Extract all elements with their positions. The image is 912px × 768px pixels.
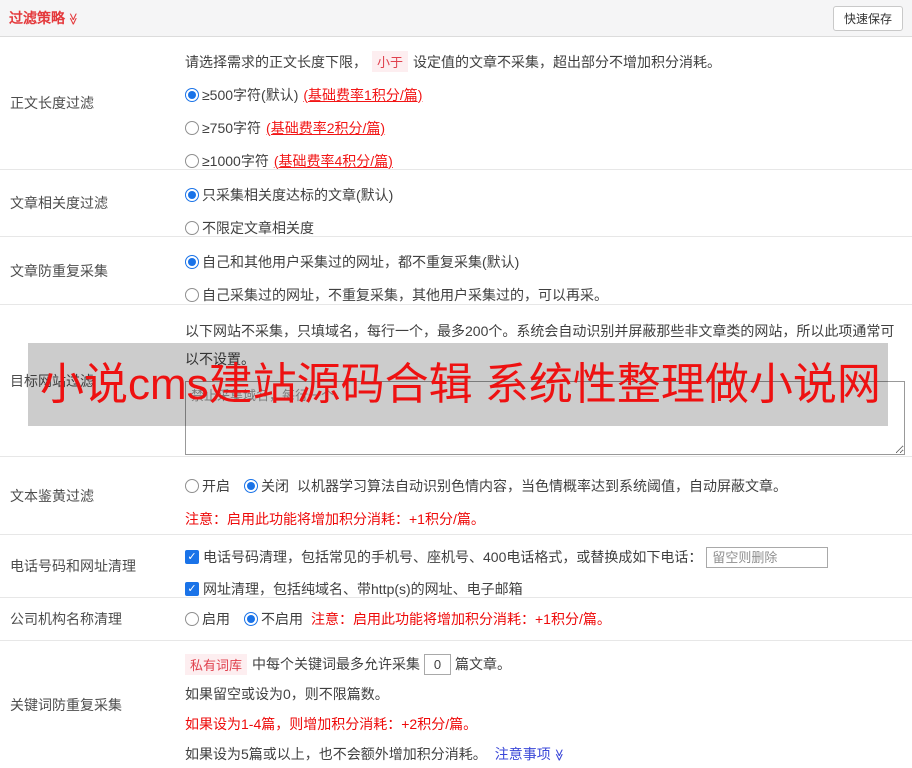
radio-dedup-self[interactable] <box>185 287 199 302</box>
checkbox-phone-clean-checked[interactable]: ✓ <box>185 550 199 564</box>
row-label: 文章防重复采集 <box>10 262 108 279</box>
checkbox-label: 电话号码清理，包括常见的手机号、座机号、400电话格式，或替换成如下电话： <box>203 549 703 565</box>
length-intro-line: 请选择需求的正文长度下限， 小于 设定值的文章不采集，超出部分不增加积分消耗。 <box>185 45 906 78</box>
option-label: ≥750字符 <box>202 119 262 136</box>
row-relevance-filter: 文章相关度过滤 只采集相关度达标的文章(默认) 不限定文章相关度 <box>0 170 912 237</box>
row-porn-filter: 文本鉴黄过滤 开启 关闭 以机器学习算法自动识别色情内容，当色情概率达到系统阈值… <box>0 457 912 535</box>
target-site-desc: 以下网站不采集，只填域名，每行一个，最多200个。系统会自动识别并屏蔽那些非文章… <box>185 323 895 367</box>
keyword-note-five-line: 如果设为5篇或以上，也不会额外增加积分消耗。 注意事项≫ <box>185 739 906 768</box>
row-label: 文章相关度过滤 <box>10 195 108 211</box>
keyword-limit-line: 私有词库 中每个关键词最多允许采集 篇文章。 <box>185 649 906 679</box>
chevron-double-down-icon: ≫ <box>66 12 81 26</box>
radio-dedup-all-selected[interactable] <box>185 254 199 269</box>
option-label: 开启 <box>202 477 230 494</box>
note-five-text: 如果设为5篇或以上，也不会额外增加积分消耗。 <box>185 746 487 762</box>
checkbox-label: 网址清理，包括纯域名、带http(s)的网址、电子邮箱 <box>203 581 523 597</box>
blocked-domains-textarea[interactable] <box>185 381 905 455</box>
option-label: 自己和其他用户采集过的网址，都不重复采集(默认) <box>202 253 520 270</box>
option-label: 关闭 <box>261 477 289 494</box>
fee-note: (基础费率4积分/篇) <box>273 152 393 169</box>
row-body: ✓ 电话号码清理，包括常见的手机号、座机号、400电话格式，或替换成如下电话： … <box>185 535 912 597</box>
page-title[interactable]: 过滤策略≫ <box>9 8 80 28</box>
option-label: ≥1000字符 <box>202 152 269 169</box>
row-body: 启用 不启用 注意：启用此功能将增加积分消耗：+1积分/篇。 <box>185 598 912 640</box>
private-thesaurus-tag[interactable]: 私有词库 <box>185 653 248 675</box>
row-label: 关键词防重复采集 <box>10 696 122 713</box>
option-label: 不限定文章相关度 <box>202 219 314 236</box>
radio-company-clean-on[interactable] <box>185 612 199 626</box>
row-label: 正文长度过滤 <box>10 95 94 111</box>
row-body: 只采集相关度达标的文章(默认) 不限定文章相关度 <box>185 170 912 236</box>
filter-strategy-page: 过滤策略≫ 快速保存 正文长度过滤 请选择需求的正文长度下限， 小于 设定值的文… <box>0 0 912 768</box>
notice-link-text: 注意事项 <box>494 746 551 762</box>
row-body: 开启 关闭 以机器学习算法自动识别色情内容，当色情概率达到系统阈值，自动屏蔽文章… <box>185 457 912 534</box>
limit-text-end: 篇文章。 <box>455 656 512 672</box>
row-label: 电话号码和网址清理 <box>10 558 136 574</box>
row-company-name-clean: 公司机构名称清理 启用 不启用 注意：启用此功能将增加积分消耗：+1积分/篇。 <box>0 598 912 641</box>
option-label: 只采集相关度达标的文章(默认) <box>202 186 394 203</box>
notice-link[interactable]: 注意事项≫ <box>495 744 566 764</box>
radio-porn-off-selected[interactable] <box>244 478 258 493</box>
porn-filter-options-line: 开启 关闭 以机器学习算法自动识别色情内容，当色情概率达到系统阈值，自动屏蔽文章… <box>185 469 906 502</box>
limit-text-mid: 中每个关键词最多允许采集 <box>252 656 421 672</box>
porn-filter-note: 注意：启用此功能将增加积分消耗：+1积分/篇。 <box>185 510 485 527</box>
row-target-site-filter: 目标网站过滤 以下网站不采集，只填域名，每行一个，最多200个。系统会自动识别并… <box>0 305 912 457</box>
radio-relevance-strict-selected[interactable] <box>185 187 199 202</box>
phone-clean-line: ✓ 电话号码清理，包括常见的手机号、座机号、400电话格式，或替换成如下电话： <box>185 541 906 573</box>
keyword-note-zero: 如果留空或设为0，则不限篇数。 <box>185 686 389 702</box>
chevron-double-down-icon: ≫ <box>552 748 567 762</box>
option-label: ≥500字符(默认) <box>202 86 299 103</box>
row-body: 请选择需求的正文长度下限， 小于 设定值的文章不采集，超出部分不增加积分消耗。 … <box>185 37 912 169</box>
radio-750[interactable] <box>185 120 199 135</box>
radio-1000[interactable] <box>185 153 199 168</box>
row-body: 私有词库 中每个关键词最多允许采集 篇文章。 如果留空或设为0，则不限篇数。 如… <box>185 641 912 768</box>
length-option-500[interactable]: ≥500字符(默认) (基础费率1积分/篇) <box>185 78 906 111</box>
row-content-length-filter: 正文长度过滤 请选择需求的正文长度下限， 小于 设定值的文章不采集，超出部分不增… <box>0 37 912 170</box>
keyword-note-cost: 如果设为1-4篇，则增加积分消耗：+2积分/篇。 <box>185 716 478 732</box>
replacement-phone-input[interactable] <box>706 546 829 568</box>
radio-company-clean-off-selected[interactable] <box>244 612 258 626</box>
option-label: 自己采集过的网址，不重复采集，其他用户采集过的，可以再采。 <box>202 286 608 303</box>
option-label: 不启用 <box>261 611 303 627</box>
radio-500-selected[interactable] <box>185 87 199 102</box>
row-label: 公司机构名称清理 <box>10 611 122 627</box>
company-clean-note: 注意：启用此功能将增加积分消耗：+1积分/篇。 <box>311 611 611 627</box>
page-title-text: 过滤策略 <box>9 10 65 26</box>
row-keyword-dedup: 关键词防重复采集 私有词库 中每个关键词最多允许采集 篇文章。 如果留空或设为0… <box>0 641 912 768</box>
radio-porn-on[interactable] <box>185 478 199 493</box>
option-label: 启用 <box>202 611 230 627</box>
fee-note: (基础费率2积分/篇) <box>266 119 386 136</box>
row-label: 文本鉴黄过滤 <box>10 487 94 504</box>
row-phone-url-clean: 电话号码和网址清理 ✓ 电话号码清理，包括常见的手机号、座机号、400电话格式，… <box>0 535 912 598</box>
row-body: 自己和其他用户采集过的网址，都不重复采集(默认) 自己采集过的网址，不重复采集，… <box>185 237 912 304</box>
porn-filter-desc: 以机器学习算法自动识别色情内容，当色情概率达到系统阈值，自动屏蔽文章。 <box>297 477 787 494</box>
length-option-750[interactable]: ≥750字符 (基础费率2积分/篇) <box>185 111 906 144</box>
checkbox-url-clean-checked[interactable]: ✓ <box>185 582 199 596</box>
less-than-tag: 小于 <box>372 51 409 72</box>
relevance-option-strict[interactable]: 只采集相关度达标的文章(默认) <box>185 178 906 211</box>
intro-text-pre: 请选择需求的正文长度下限， <box>185 53 367 70</box>
radio-relevance-any[interactable] <box>185 220 199 235</box>
row-body: 以下网站不采集，只填域名，每行一个，最多200个。系统会自动识别并屏蔽那些非文章… <box>185 305 912 456</box>
intro-text-post: 设定值的文章不采集，超出部分不增加积分消耗。 <box>413 53 722 70</box>
topbar: 过滤策略≫ 快速保存 <box>0 0 912 37</box>
max-articles-input[interactable] <box>424 653 452 675</box>
fee-note: (基础费率1积分/篇) <box>303 86 423 103</box>
quick-save-button[interactable]: 快速保存 <box>832 5 903 31</box>
row-label: 目标网站过滤 <box>10 372 94 389</box>
row-dedup-collect: 文章防重复采集 自己和其他用户采集过的网址，都不重复采集(默认) 自己采集过的网… <box>0 237 912 305</box>
dedup-option-all-users[interactable]: 自己和其他用户采集过的网址，都不重复采集(默认) <box>185 245 906 278</box>
